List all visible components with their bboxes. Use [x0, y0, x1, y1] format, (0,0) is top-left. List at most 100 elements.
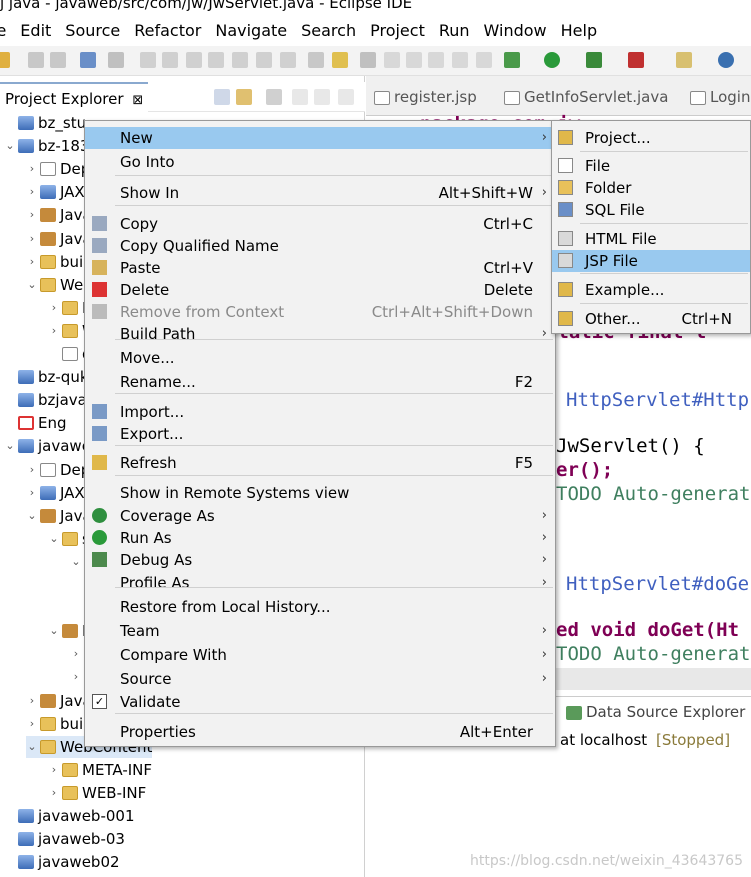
step-return-icon[interactable] [280, 52, 296, 68]
menu-item-restore-from-local-history[interactable]: Restore from Local History... [85, 596, 555, 618]
menu-item-copy[interactable]: Copy Ctrl+C [85, 213, 555, 235]
tree-item[interactable]: javaweb02 [4, 851, 120, 873]
code-line[interactable]: JwServlet() { [556, 434, 705, 458]
menu-item-move[interactable]: Move... [85, 347, 555, 369]
code-line[interactable]: TODO Auto-generat [556, 482, 750, 506]
tab-login[interactable]: Login [688, 82, 750, 116]
edit-icon[interactable] [384, 52, 400, 68]
disconnect-icon[interactable] [208, 52, 224, 68]
tree-item[interactable]: javaweb-001 [4, 805, 135, 827]
run-icon[interactable] [544, 52, 560, 68]
tree-item[interactable]: Eng [4, 412, 67, 434]
menu-item-rename[interactable]: Rename... F2 [85, 371, 555, 393]
skip-breakpoints-icon[interactable] [108, 52, 124, 68]
maximize-icon[interactable] [338, 89, 354, 105]
tree-item[interactable]: bz_stu [4, 112, 86, 134]
menu-item-show-in[interactable]: Show In Alt+Shift+W › [85, 182, 555, 204]
menu-item-go-into[interactable]: Go Into [85, 151, 555, 173]
tab-data-source-explorer[interactable]: Data Source Explorer [564, 703, 745, 721]
menu-help[interactable]: Help [561, 21, 597, 40]
submenu-item-other[interactable]: Other... Ctrl+N [552, 308, 750, 330]
menu-item-import[interactable]: Import... [85, 401, 555, 423]
coverage-icon[interactable] [586, 52, 602, 68]
expand-toggle-icon[interactable]: › [48, 759, 60, 781]
submenu-item-file[interactable]: File [552, 155, 750, 177]
new-icon[interactable] [0, 52, 10, 68]
menu-window[interactable]: Window [484, 21, 547, 40]
code-line[interactable]: er(); [556, 458, 613, 482]
save-icon[interactable] [28, 52, 44, 68]
expand-toggle-icon[interactable]: › [26, 482, 38, 504]
tab-getinfoservlet[interactable]: GetInfoServlet.java [502, 82, 668, 116]
menu-file[interactable]: le [0, 21, 6, 40]
expand-toggle-icon[interactable]: › [48, 782, 60, 804]
submenu-item-example[interactable]: Example... [552, 279, 750, 301]
menu-item-export[interactable]: Export... [85, 423, 555, 445]
server-row[interactable]: at localhost [Stopped] [560, 731, 730, 749]
menu-item-compare-with[interactable]: Compare With › [85, 644, 555, 666]
menu-item-copy-qualified-name[interactable]: Copy Qualified Name [85, 235, 555, 257]
menu-item-show-in-remote-systems-view[interactable]: Show in Remote Systems view [85, 482, 555, 504]
use-step-filters-icon[interactable] [308, 52, 324, 68]
expand-toggle-icon[interactable]: › [48, 297, 60, 319]
word-wrap-icon[interactable] [452, 52, 468, 68]
expand-toggle-icon[interactable]: › [26, 204, 38, 226]
expand-toggle-icon[interactable]: › [70, 666, 82, 688]
submenu-item-html-file[interactable]: HTML File [552, 228, 750, 250]
expand-toggle-icon[interactable]: ⌄ [48, 528, 60, 550]
expand-toggle-icon[interactable]: › [26, 158, 38, 180]
menu-item-profile-as[interactable]: Profile As › [85, 572, 555, 594]
annotation-icon[interactable] [332, 52, 348, 68]
tree-item[interactable]: › META-INF [48, 759, 152, 781]
expand-toggle-icon[interactable]: ⌄ [4, 135, 16, 157]
menu-run[interactable]: Run [439, 21, 470, 40]
menu-item-validate[interactable]: ✓ Validate [85, 691, 555, 713]
collapse-all-icon[interactable] [214, 89, 230, 105]
new-java-project-icon[interactable] [676, 52, 692, 68]
tree-item[interactable]: › WEB-INF [48, 782, 147, 804]
expand-toggle-icon[interactable]: › [48, 320, 60, 342]
code-line[interactable]: HttpServlet#Http [566, 388, 749, 412]
menu-navigate[interactable]: Navigate [215, 21, 287, 40]
menu-item-properties[interactable]: Properties Alt+Enter [85, 721, 555, 743]
code-line[interactable]: HttpServlet#doGe [566, 572, 749, 596]
pilcrow-icon[interactable] [476, 52, 492, 68]
terminate-icon[interactable] [186, 52, 202, 68]
expand-toggle-icon[interactable]: ⌄ [48, 620, 60, 642]
expand-toggle-icon[interactable]: › [26, 251, 38, 273]
code-line[interactable]: ed void doGet(Ht [556, 618, 739, 642]
submenu-item-project[interactable]: Project... [552, 127, 750, 149]
menu-search[interactable]: Search [301, 21, 356, 40]
step-over-icon[interactable] [256, 52, 272, 68]
expand-toggle-icon[interactable]: › [26, 713, 38, 735]
link-with-editor-icon[interactable] [236, 89, 252, 105]
save-all-icon[interactable] [50, 52, 66, 68]
menu-item-source[interactable]: Source › [85, 668, 555, 690]
expand-toggle-icon[interactable]: ⌄ [4, 435, 16, 457]
editor-horizontal-scrollbar[interactable] [556, 668, 751, 690]
code-line[interactable]: TODO Auto-generat [556, 642, 750, 666]
step-into-icon[interactable] [232, 52, 248, 68]
menu-source[interactable]: Source [65, 21, 120, 40]
suspend-icon[interactable] [162, 52, 178, 68]
submenu-item-sql-file[interactable]: SQL File [552, 199, 750, 221]
show-whitespace-icon[interactable] [428, 52, 444, 68]
menu-item-paste[interactable]: Paste Ctrl+V [85, 257, 555, 279]
menu-item-coverage-as[interactable]: Coverage As › [85, 505, 555, 527]
pin-icon[interactable] [360, 52, 376, 68]
close-tab-icon[interactable]: ⊠ [132, 93, 143, 108]
menu-item-refresh[interactable]: Refresh F5 [85, 452, 555, 474]
expand-toggle-icon[interactable]: ⌄ [26, 505, 38, 527]
resume-icon[interactable] [140, 52, 156, 68]
tab-project-explorer[interactable]: Project Explorer ⊠ [0, 82, 149, 112]
external-tools-icon[interactable] [628, 52, 644, 68]
tab-register-jsp[interactable]: register.jsp [372, 82, 477, 116]
debug-run-icon[interactable] [504, 52, 520, 68]
expand-toggle-icon[interactable]: › [26, 181, 38, 203]
menu-project[interactable]: Project [370, 21, 425, 40]
menu-item-delete[interactable]: Delete Delete [85, 279, 555, 301]
expand-toggle-icon[interactable]: ⌄ [70, 551, 82, 573]
tree-item[interactable]: javaweb-03 [4, 828, 125, 850]
expand-toggle-icon[interactable]: ⌄ [26, 274, 38, 296]
expand-toggle-icon[interactable]: › [26, 228, 38, 250]
